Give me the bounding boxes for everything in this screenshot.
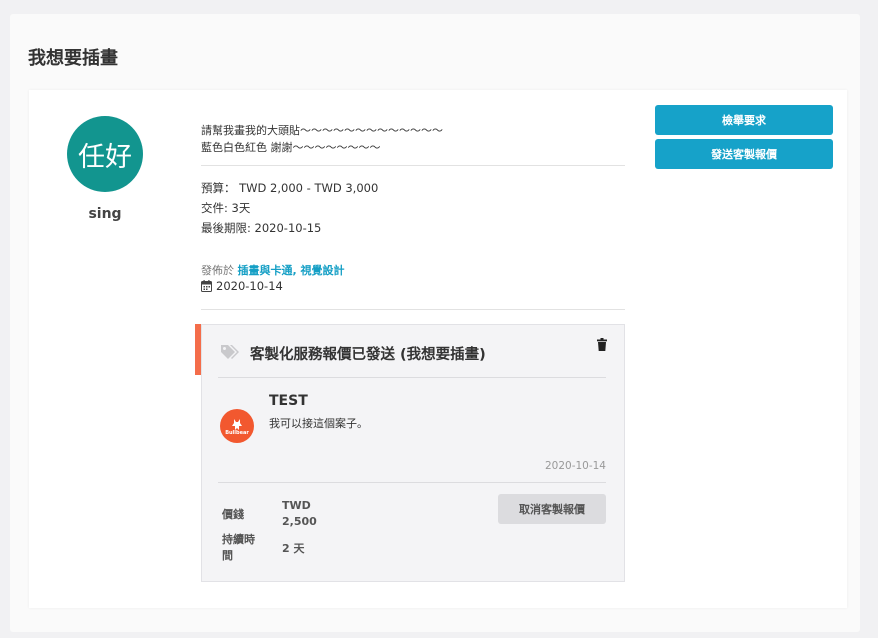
description-line: 藍色白色紅色 謝謝〜〜〜〜〜〜〜〜	[201, 141, 381, 154]
trash-icon[interactable]	[597, 338, 607, 351]
duration-value: 2 天	[282, 542, 305, 555]
request-card: 任好 sing 請幫我畫我的大頭貼〜〜〜〜〜〜〜〜〜〜〜〜〜 藍色白色紅色 謝謝…	[29, 90, 847, 608]
tag-icon	[221, 345, 239, 359]
posted-in: 發佈於 插畫與卡通, 視覺設計	[201, 262, 345, 279]
seller-logo: Bullbear	[220, 409, 254, 443]
calendar-icon	[201, 280, 212, 292]
delivery-text: 交件: 3天	[201, 201, 251, 215]
price-value: TWD 2,500	[282, 499, 317, 528]
divider	[218, 482, 606, 483]
deadline-text: 最後期限: 2020-10-15	[201, 221, 322, 235]
cancel-quote-button[interactable]: 取消客製報價	[498, 494, 606, 524]
quote-panel: 客製化服務報價已發送 (我想要插畫) Bullbear TEST 我可以接這個案…	[201, 324, 625, 582]
username[interactable]: sing	[67, 206, 143, 222]
page-title: 我想要插畫	[28, 48, 118, 69]
avatar-text: 任好	[78, 141, 132, 173]
report-request-button[interactable]: 檢舉要求	[655, 105, 833, 135]
divider	[201, 165, 625, 166]
category-links[interactable]: 插畫與卡通, 視覺設計	[238, 264, 345, 277]
seller-name[interactable]: TEST	[269, 393, 308, 409]
seller-logo-text: Bullbear	[225, 429, 249, 436]
user-avatar[interactable]: 任好	[67, 116, 143, 192]
posted-date: 2020-10-14	[216, 279, 283, 293]
price-label: 價錢	[222, 508, 244, 521]
send-custom-quote-button[interactable]: 發送客製報價	[655, 139, 833, 169]
divider	[218, 377, 606, 378]
request-details: 預算： TWD 2,000 - TWD 3,000 交件: 3天 最後期限: 2…	[201, 178, 378, 238]
description-line: 請幫我畫我的大頭貼〜〜〜〜〜〜〜〜〜〜〜〜〜	[201, 124, 443, 137]
quote-title: 客製化服務報價已發送 (我想要插畫)	[250, 347, 486, 363]
quote-date: 2020-10-14	[544, 460, 606, 472]
quote-message: 我可以接這個案子。	[269, 417, 368, 430]
page-container: 我想要插畫 任好 sing 請幫我畫我的大頭貼〜〜〜〜〜〜〜〜〜〜〜〜〜 藍色白…	[10, 14, 860, 632]
posted-date-row: 2020-10-14	[201, 279, 283, 293]
duration-label: 持續時間	[222, 533, 255, 562]
bull-bear-icon	[232, 418, 242, 430]
posted-prefix: 發佈於	[201, 264, 234, 277]
budget-text: 預算： TWD 2,000 - TWD 3,000	[201, 181, 379, 195]
request-description: 請幫我畫我的大頭貼〜〜〜〜〜〜〜〜〜〜〜〜〜 藍色白色紅色 謝謝〜〜〜〜〜〜〜〜	[201, 122, 443, 156]
divider	[201, 309, 625, 310]
